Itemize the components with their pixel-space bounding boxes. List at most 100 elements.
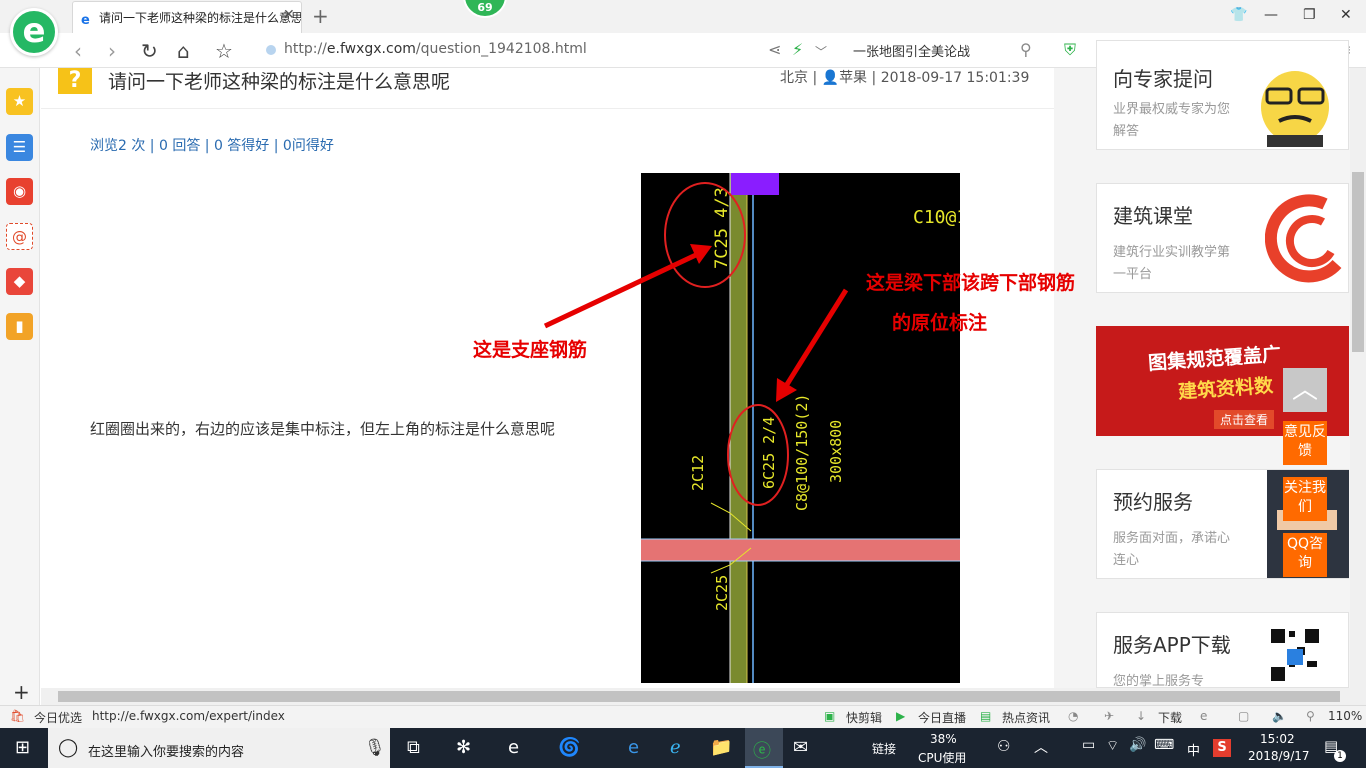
browser-tab[interactable]: e 请问一下老师这种梁的标注是什么意思呢 <box>72 1 302 33</box>
cad-label-left-upper: 2C12 <box>689 455 707 491</box>
fan-app-icon[interactable]: ✻ <box>456 737 471 758</box>
360-browser-icon[interactable]: ⓔ <box>753 737 771 763</box>
cortana-icon[interactable]: ◯ <box>58 737 78 758</box>
shield-icon[interactable]: ⛨ <box>1064 40 1076 60</box>
novel-icon[interactable]: ▮ <box>6 313 33 340</box>
edge-browser-icon[interactable]: e <box>628 737 639 758</box>
card-subtitle: 业界最权威专家为您解答 <box>1113 102 1231 139</box>
battery-icon[interactable]: ▭ <box>1082 737 1095 753</box>
back-to-top-button[interactable]: ︿ <box>1283 368 1327 412</box>
ie-mode-icon[interactable]: e <box>1200 709 1207 723</box>
edge-app-icon[interactable]: e <box>508 737 519 758</box>
cpu-label: CPU使用 <box>918 751 967 765</box>
back-icon[interactable]: ‹ <box>74 39 82 63</box>
add-sidebar-icon[interactable]: + <box>13 680 30 704</box>
show-hidden-icons[interactable]: ︿ <box>1034 737 1048 757</box>
card-building-class[interactable]: 建筑课堂 建筑行业实训教学第一平台 <box>1096 183 1349 293</box>
clock-date[interactable]: 2018/9/17 <box>1248 749 1310 763</box>
share-icon[interactable]: ⋖ <box>768 40 781 59</box>
speaker-icon[interactable]: 🔊 <box>1129 737 1146 753</box>
status-item-download[interactable]: 下载 <box>1158 709 1182 726</box>
taskbar-search-placeholder[interactable]: 在这里输入你要搜索的内容 <box>88 741 244 760</box>
microphone-icon[interactable]: 🎙 <box>364 738 386 758</box>
volume-icon[interactable]: 🔈 <box>1272 709 1287 723</box>
mail-icon[interactable]: @ <box>6 223 33 250</box>
card-title: 预约服务 <box>1113 490 1193 514</box>
feedback-button[interactable]: 意见反馈 <box>1283 421 1327 465</box>
card-subtitle: 建筑行业实训教学第一平台 <box>1113 245 1231 282</box>
vertical-scrollbar[interactable] <box>1350 68 1366 688</box>
search-box[interactable]: 一张地图引全美论战 <box>853 41 970 60</box>
status-item-live[interactable]: 今日直播 <box>918 709 966 726</box>
news-hot-icon[interactable]: ▤ <box>980 709 991 723</box>
home-icon[interactable]: ⌂ <box>177 39 190 63</box>
url-text[interactable]: http://e.fwxgx.com/question_1942108.html <box>284 41 587 57</box>
card-app-download[interactable]: 服务APP下载 您的掌上服务专 <box>1096 612 1349 689</box>
new-tab-button[interactable]: + <box>312 4 329 28</box>
restore-icon[interactable]: ❐ <box>1303 7 1316 23</box>
swirl-app-icon[interactable]: 🌀 <box>558 737 580 758</box>
mail-app-icon[interactable]: ✉ <box>793 737 808 758</box>
qq-consult-button[interactable]: QQ咨询 <box>1283 533 1327 577</box>
refresh-icon[interactable]: ↻ <box>141 39 158 63</box>
window-icon[interactable]: ▢ <box>1238 709 1249 723</box>
download-icon[interactable]: ↓ <box>1136 709 1146 723</box>
clock-time[interactable]: 15:02 <box>1260 732 1295 746</box>
status-item-clip[interactable]: 快剪辑 <box>846 709 882 726</box>
today-picks-icon[interactable]: 🛍 <box>10 709 25 723</box>
skin-icon[interactable]: 👕 <box>1230 7 1247 23</box>
cad-label-top-right: C10@1 <box>913 207 960 228</box>
url-prefix: http:// <box>284 41 327 57</box>
search-icon[interactable]: ⚲ <box>1020 40 1032 59</box>
clip-icon[interactable]: ▣ <box>824 709 835 723</box>
favorite-star-icon[interactable]: ☆ <box>215 39 233 63</box>
follow-us-button[interactable]: 关注我们 <box>1283 477 1327 521</box>
favorites-icon[interactable]: ★ <box>6 88 33 115</box>
tab-close-icon[interactable]: ✕ <box>283 7 295 23</box>
taskbar-link-label[interactable]: 链接 <box>872 740 896 757</box>
question-meta: 北京 | 👤苹果 | 2018-09-17 15:01:39 <box>780 67 1029 87</box>
card-title: 建筑课堂 <box>1113 204 1193 228</box>
class-logo-icon <box>1265 194 1342 283</box>
ime-indicator[interactable]: 中 <box>1187 740 1200 759</box>
pin-icon[interactable]: ✈ <box>1104 709 1114 723</box>
today-picks[interactable]: 今日优选 <box>34 709 82 726</box>
file-explorer-icon[interactable]: 📁 <box>710 737 732 758</box>
user-icon: 👤 <box>821 70 840 86</box>
forward-icon[interactable]: › <box>108 39 116 63</box>
zoom-icon[interactable]: ⚲ <box>1306 709 1315 723</box>
status-item-news[interactable]: 热点资讯 <box>1002 709 1050 726</box>
card-ask-expert[interactable]: 向专家提问 业界最权威专家为您解答 <box>1096 40 1349 150</box>
people-icon[interactable]: ⚇ <box>997 737 1010 755</box>
task-view-icon[interactable]: ⧉ <box>407 737 420 758</box>
live-icon[interactable]: ▶ <box>896 709 905 723</box>
cad-drawing-svg: C10@1 7C25 4/3 6C25 2/4 C8@100/150(2) 30… <box>641 173 960 683</box>
question-datetime: 2018-09-17 15:01:39 <box>880 70 1030 86</box>
ie-browser-icon[interactable]: ℯ <box>670 737 681 758</box>
close-window-icon[interactable]: ✕ <box>1340 7 1352 23</box>
annotation-support-rebar: 这是支座钢筋 <box>473 339 588 361</box>
windows-start-icon[interactable]: ⊞ <box>15 737 30 758</box>
speed-icon[interactable]: ◔ <box>1068 709 1078 723</box>
horizontal-scroll-thumb[interactable] <box>58 691 1340 702</box>
lightning-icon[interactable]: ⚡ <box>792 40 803 59</box>
keyboard-icon[interactable]: ⌨ <box>1154 737 1174 753</box>
game-icon[interactable]: ◆ <box>6 268 33 295</box>
meta-separator: | <box>871 70 877 86</box>
minimize-icon[interactable]: — <box>1264 7 1278 23</box>
cad-label-section: 300x800 <box>827 420 845 483</box>
browser-logo-icon[interactable]: e <box>10 8 58 56</box>
meta-separator: | <box>812 70 818 86</box>
cad-label-stirrup: C8@100/150(2) <box>793 394 811 511</box>
weibo-icon[interactable]: ◉ <box>6 178 33 205</box>
news-icon[interactable]: ☰ <box>6 134 33 161</box>
question-stats[interactable]: 浏览2 次 | 0 回答 | 0 答得好 | 0问得好 <box>90 135 334 155</box>
site-security-icon <box>266 45 276 55</box>
wifi-icon[interactable]: ⌔ <box>1106 737 1119 755</box>
banner-cta[interactable]: 点击查看 <box>1214 410 1275 429</box>
chevron-down-icon[interactable]: ﹀ <box>815 43 827 60</box>
vertical-scroll-thumb[interactable] <box>1352 172 1364 352</box>
zoom-level[interactable]: 110% <box>1328 709 1362 723</box>
sogou-ime-icon[interactable]: S <box>1213 739 1231 757</box>
question-author[interactable]: 苹果 <box>839 70 867 86</box>
